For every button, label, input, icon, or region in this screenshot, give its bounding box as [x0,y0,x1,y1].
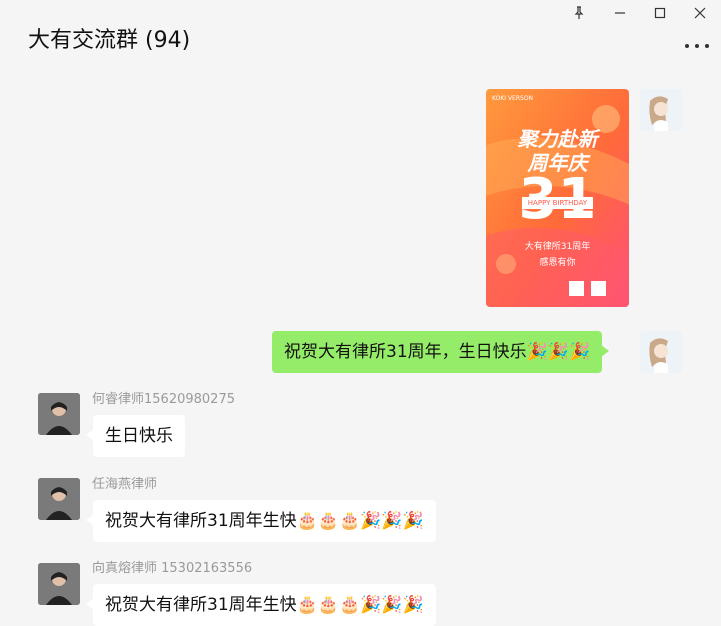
poster-banner: HAPPY BIRTHDAY [522,197,593,209]
more-options-icon[interactable] [685,40,709,52]
sender-name: 任海燕律师 [92,477,158,492]
qr-code-icon [569,281,584,296]
sender-name: 何睿律师15620980275 [92,392,235,407]
poster-small-text: KOKI VERSON [492,95,534,102]
message-bubble-other[interactable]: 祝贺大有律所31周年生快🎂🎂🎂🎉🎉🎉 [86,500,436,542]
chat-title: 大有交流群 (94) [28,28,191,53]
maximize-icon[interactable] [648,3,672,23]
poster-image-message[interactable]: KOKI VERSON 聚力赴新 周年庆 31 HAPPY BIRTHDAY 大… [486,89,629,307]
self-avatar[interactable] [640,331,682,373]
title-bar: 大有交流群 (94) [0,0,721,70]
qr-code-icon [591,281,606,296]
close-icon[interactable] [688,3,712,23]
self-avatar[interactable] [640,89,682,131]
sender-avatar[interactable] [38,393,80,435]
message-bubble-other[interactable]: 祝贺大有律所31周年生快🎂🎂🎂🎉🎉🎉 [86,584,436,626]
sender-avatar[interactable] [38,563,80,605]
message-bubble-other[interactable]: 生日快乐 [86,415,185,457]
sender-avatar[interactable] [38,478,80,520]
poster-line-2: 感恩有你 [539,258,576,268]
sender-name: 向真熔律师 15302163556 [92,561,253,576]
message-bubble-self[interactable]: 祝贺大有律所31周年，生日快乐🎉🎉🎉 [272,331,610,373]
minimize-icon[interactable] [608,3,632,23]
pin-icon[interactable] [567,3,591,23]
poster-line-1: 大有律所31周年 [524,242,591,252]
